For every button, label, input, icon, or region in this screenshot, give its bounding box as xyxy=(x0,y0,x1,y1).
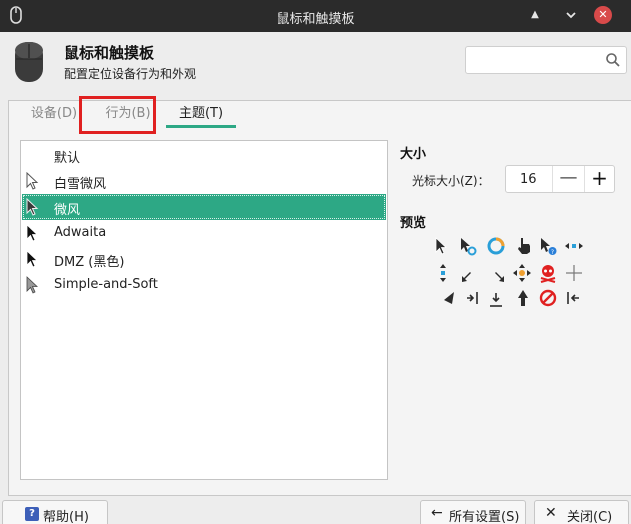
resize-vertical-icon xyxy=(440,264,446,282)
search-icon xyxy=(606,53,620,67)
back-arrow-icon: ← xyxy=(431,505,443,521)
list-item-label: 白雪微风 xyxy=(54,177,107,192)
tab-theme[interactable]: 主题(T) xyxy=(166,100,236,128)
black-arrow-icon xyxy=(26,250,39,268)
help-button-label: 帮助(H) xyxy=(43,510,89,524)
tab-behavior[interactable]: 行为(B) xyxy=(96,100,160,128)
help-cursor-icon: ? xyxy=(541,238,557,256)
keep-above-icon[interactable]: ▲ xyxy=(525,5,545,25)
preview-section-title: 预览 xyxy=(400,216,427,231)
list-item-label: 微风 xyxy=(54,203,81,218)
gray-arrow-icon xyxy=(26,276,39,294)
close-icon: ✕ xyxy=(545,505,557,521)
skull-cursor-icon xyxy=(540,265,556,283)
move-cursor-icon xyxy=(513,264,531,282)
header: 鼠标和触摸板 配置定位设备行为和外观 xyxy=(0,32,631,92)
resize-horizontal-icon xyxy=(565,243,583,249)
title-bar: 鼠标和触摸板 ▲ ✕ xyxy=(0,0,631,32)
minimize-icon[interactable] xyxy=(561,5,581,25)
decrease-size-button[interactable]: — xyxy=(552,166,584,192)
list-item-label: DMZ (黑色) xyxy=(54,255,125,270)
resize-diagonal-alt-icon xyxy=(495,272,504,282)
close-button[interactable]: ✕ 关闭(C) xyxy=(534,500,629,524)
page-title: 鼠标和触摸板 xyxy=(64,44,155,62)
resize-diagonal-icon xyxy=(462,272,471,282)
hand-cursor-icon xyxy=(518,238,530,254)
all-settings-button-label: 所有设置(S) xyxy=(449,510,520,524)
crosshair-cursor-icon xyxy=(566,265,582,281)
close-window-icon[interactable]: ✕ xyxy=(594,6,612,24)
cursor-theme-list[interactable]: 默认 白雪微风 微风 Adwaita DMZ (黑色) Simple-and-S… xyxy=(20,140,388,480)
size-section-title: 大小 xyxy=(400,147,427,162)
black-arrow-icon xyxy=(26,224,39,242)
dark-arrow-icon xyxy=(26,198,39,216)
split-horizontal-right-icon xyxy=(567,292,579,304)
cursor-size-value[interactable]: 16 xyxy=(520,172,537,187)
mouse-icon xyxy=(15,42,43,82)
all-settings-button[interactable]: ← 所有设置(S) xyxy=(420,500,526,524)
help-button[interactable]: ? 帮助(H) xyxy=(2,500,108,524)
close-button-label: 关闭(C) xyxy=(567,510,613,524)
list-item-snow-breeze[interactable]: 白雪微风 xyxy=(22,168,386,194)
search-input[interactable] xyxy=(465,46,627,74)
busy-arrow-cursor-icon xyxy=(461,238,477,256)
wait-cursor-icon xyxy=(487,237,505,255)
increase-size-button[interactable]: + xyxy=(584,166,614,192)
svg-text:?: ? xyxy=(551,249,554,256)
white-arrow-icon xyxy=(26,172,39,190)
list-item-adwaita[interactable]: Adwaita xyxy=(22,220,386,246)
list-item-breeze[interactable]: 微风 xyxy=(22,194,386,220)
up-arrow-cursor-icon xyxy=(518,290,528,306)
forbidden-cursor-icon xyxy=(539,289,557,307)
split-horizontal-icon xyxy=(467,292,478,304)
page-subtitle: 配置定位设备行为和外观 xyxy=(64,67,197,81)
help-icon: ? xyxy=(25,507,39,521)
list-item-label: Simple-and-Soft xyxy=(54,277,158,292)
cursor-size-label: 光标大小(Z)： xyxy=(412,174,490,188)
arrow-cursor-icon xyxy=(435,237,448,255)
list-item-default[interactable]: 默认 xyxy=(22,142,386,168)
split-vertical-icon xyxy=(490,293,502,307)
list-item-label: 默认 xyxy=(54,151,81,166)
left-pointer-icon xyxy=(444,292,454,304)
list-item-dmz-black[interactable]: DMZ (黑色) xyxy=(22,246,386,272)
list-item-simple-and-soft[interactable]: Simple-and-Soft xyxy=(22,272,386,298)
list-item-label: Adwaita xyxy=(54,225,107,240)
cursor-size-spinbox[interactable]: 16 — + xyxy=(505,165,615,193)
tab-device[interactable]: 设备(D) xyxy=(22,100,86,128)
